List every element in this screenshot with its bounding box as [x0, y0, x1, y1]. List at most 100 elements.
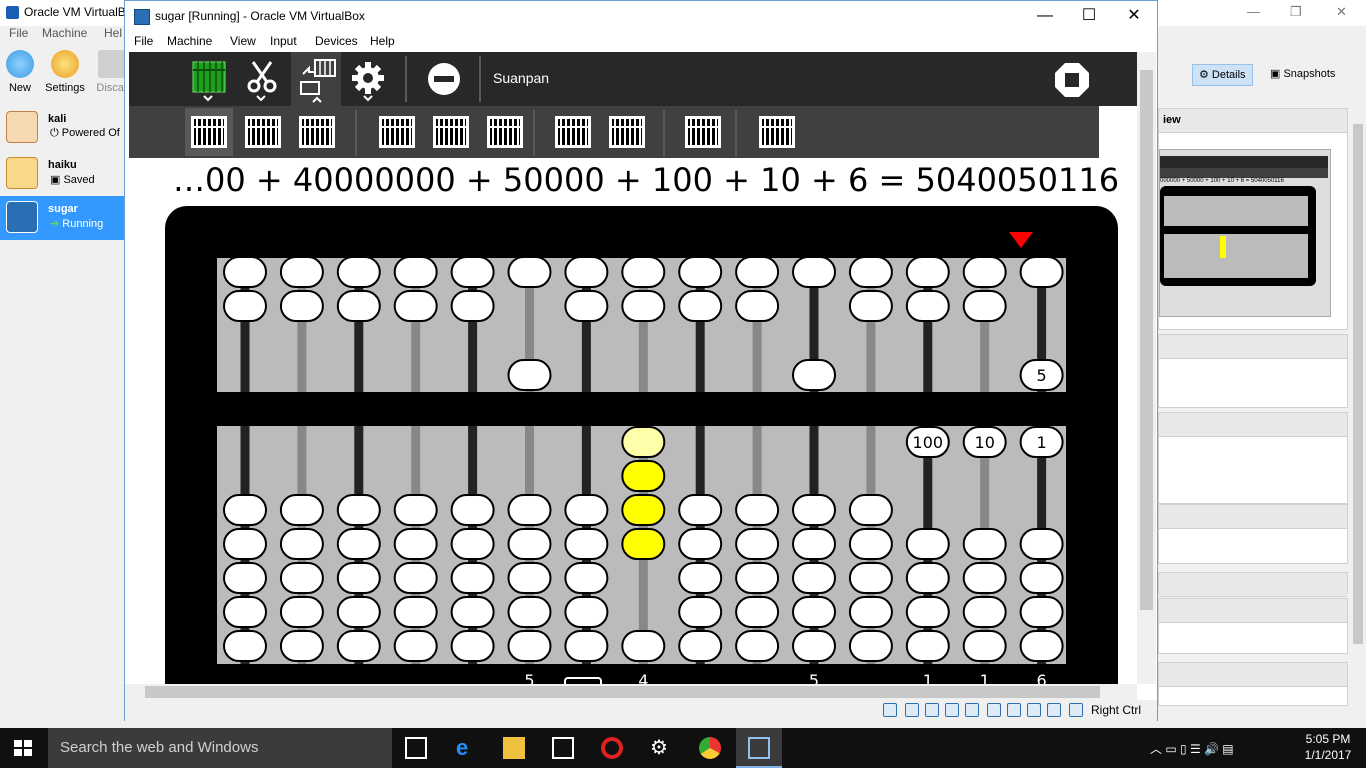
upper-bead[interactable]	[507, 359, 552, 391]
upper-bead[interactable]	[621, 290, 666, 322]
manager-menu-help[interactable]: Hel	[104, 26, 122, 40]
upper-bead[interactable]	[564, 256, 609, 288]
upper-bead[interactable]	[336, 256, 381, 288]
upper-bead[interactable]	[223, 290, 267, 322]
lower-bead[interactable]	[621, 630, 666, 662]
lower-bead[interactable]	[848, 596, 893, 628]
lower-bead[interactable]	[735, 528, 780, 560]
abacus-toolbar-button[interactable]	[291, 52, 341, 106]
lower-bead[interactable]	[279, 630, 324, 662]
display-icon[interactable]	[1007, 703, 1021, 717]
vm-item-kali[interactable]: kali ⏻ Powered Of	[0, 106, 125, 150]
abacus-type-button-6[interactable]	[549, 108, 597, 156]
lower-bead[interactable]	[905, 528, 950, 560]
abacus-type-button-1[interactable]	[239, 108, 287, 156]
vm-vertical-scrollbar[interactable]	[1137, 52, 1156, 684]
upper-bead[interactable]	[792, 256, 836, 288]
lower-bead[interactable]	[223, 528, 267, 560]
lower-bead[interactable]	[507, 494, 552, 526]
lower-bead[interactable]	[905, 630, 950, 662]
virtualbox-taskbar-button[interactable]	[736, 728, 782, 768]
vm-item-sugar[interactable]: sugar ➔ Running	[0, 196, 125, 240]
vm-menu-file[interactable]: File	[134, 34, 153, 48]
upper-bead[interactable]	[621, 256, 666, 288]
lower-bead[interactable]	[450, 596, 495, 628]
lower-bead[interactable]	[1019, 528, 1064, 560]
lower-bead[interactable]	[792, 528, 836, 560]
stop-button[interactable]	[1049, 58, 1095, 104]
vm-vscroll-thumb[interactable]	[1140, 70, 1153, 610]
upper-bead[interactable]	[1019, 256, 1064, 288]
upper-bead[interactable]	[735, 290, 780, 322]
lower-bead[interactable]	[962, 630, 1007, 662]
cpu-icon[interactable]	[1047, 703, 1061, 717]
lower-bead[interactable]	[450, 562, 495, 594]
suanpan-abacus[interactable]: 5 4 5 100 1 10 1 5 1 6	[129, 202, 1137, 684]
lower-bead[interactable]	[223, 562, 267, 594]
customize-button[interactable]	[345, 58, 391, 104]
lower-bead[interactable]	[1019, 596, 1064, 628]
minimize-icon[interactable]: —	[1247, 4, 1260, 19]
opera-icon[interactable]	[601, 737, 623, 759]
lower-bead[interactable]	[507, 528, 552, 560]
lower-bead[interactable]	[564, 562, 609, 594]
lower-bead[interactable]	[621, 528, 666, 560]
tab-snapshots[interactable]: ▣ Snapshots	[1264, 64, 1341, 86]
lower-bead[interactable]	[848, 562, 893, 594]
network-icon[interactable]	[945, 703, 959, 717]
lower-bead[interactable]	[1019, 630, 1064, 662]
lower-bead[interactable]	[507, 562, 552, 594]
edit-button[interactable]	[239, 58, 285, 104]
lower-bead[interactable]	[450, 630, 495, 662]
usb-icon[interactable]	[965, 703, 979, 717]
vm-menu-view[interactable]: View	[230, 34, 256, 48]
lower-bead[interactable]	[450, 494, 495, 526]
tab-details[interactable]: ⚙ Details	[1192, 64, 1253, 86]
details-scrollbar-thumb[interactable]	[1353, 124, 1363, 644]
abacus-type-button-9[interactable]	[753, 108, 801, 156]
settings-icon[interactable]: ⚙	[650, 737, 672, 759]
lower-bead[interactable]	[848, 494, 893, 526]
abacus-type-button-5[interactable]	[481, 108, 529, 156]
system-tray-icons[interactable]: ︿ ▭ ▯ ☰ 🔊 ▤	[1150, 740, 1234, 757]
activity-title[interactable]: Suanpan	[493, 70, 549, 86]
lower-bead[interactable]	[792, 562, 836, 594]
abacus-type-button-7[interactable]	[603, 108, 651, 156]
chrome-icon[interactable]	[699, 737, 721, 759]
upper-bead[interactable]	[905, 256, 950, 288]
lower-bead[interactable]	[621, 494, 666, 526]
abacus-type-button-2[interactable]	[293, 108, 341, 156]
store-icon[interactable]	[552, 737, 574, 759]
upper-bead[interactable]	[393, 256, 438, 288]
lower-bead[interactable]	[450, 528, 495, 560]
lower-bead[interactable]	[962, 596, 1007, 628]
upper-bead[interactable]	[735, 256, 780, 288]
lower-bead[interactable]	[678, 494, 723, 526]
vm-hscroll-thumb[interactable]	[145, 686, 1100, 698]
settings-button[interactable]: Settings	[43, 50, 87, 94]
upper-bead[interactable]	[507, 256, 552, 288]
mouse-integration-icon[interactable]	[1069, 703, 1083, 717]
lower-bead[interactable]	[621, 460, 666, 492]
manager-menu-file[interactable]: File	[9, 26, 28, 40]
lower-bead[interactable]	[336, 596, 381, 628]
upper-bead[interactable]	[962, 290, 1007, 322]
lower-bead[interactable]	[223, 494, 267, 526]
lower-bead[interactable]	[792, 596, 836, 628]
lower-bead[interactable]	[735, 596, 780, 628]
upper-bead[interactable]	[678, 290, 723, 322]
hard-disk-icon[interactable]	[883, 703, 897, 717]
close-icon[interactable]: ✕	[1336, 4, 1347, 20]
lower-bead[interactable]	[507, 630, 552, 662]
shared-folders-icon[interactable]	[987, 703, 1001, 717]
lower-bead[interactable]	[905, 596, 950, 628]
lower-bead[interactable]	[905, 562, 950, 594]
lower-bead[interactable]	[621, 426, 666, 458]
vm-menu-devices[interactable]: Devices	[315, 34, 358, 48]
lower-bead[interactable]	[279, 494, 324, 526]
lower-bead[interactable]	[678, 528, 723, 560]
manager-menu-machine[interactable]: Machine	[42, 26, 87, 40]
lower-bead[interactable]	[564, 494, 609, 526]
lower-bead[interactable]	[336, 494, 381, 526]
abacus-type-button-0[interactable]	[185, 108, 233, 156]
